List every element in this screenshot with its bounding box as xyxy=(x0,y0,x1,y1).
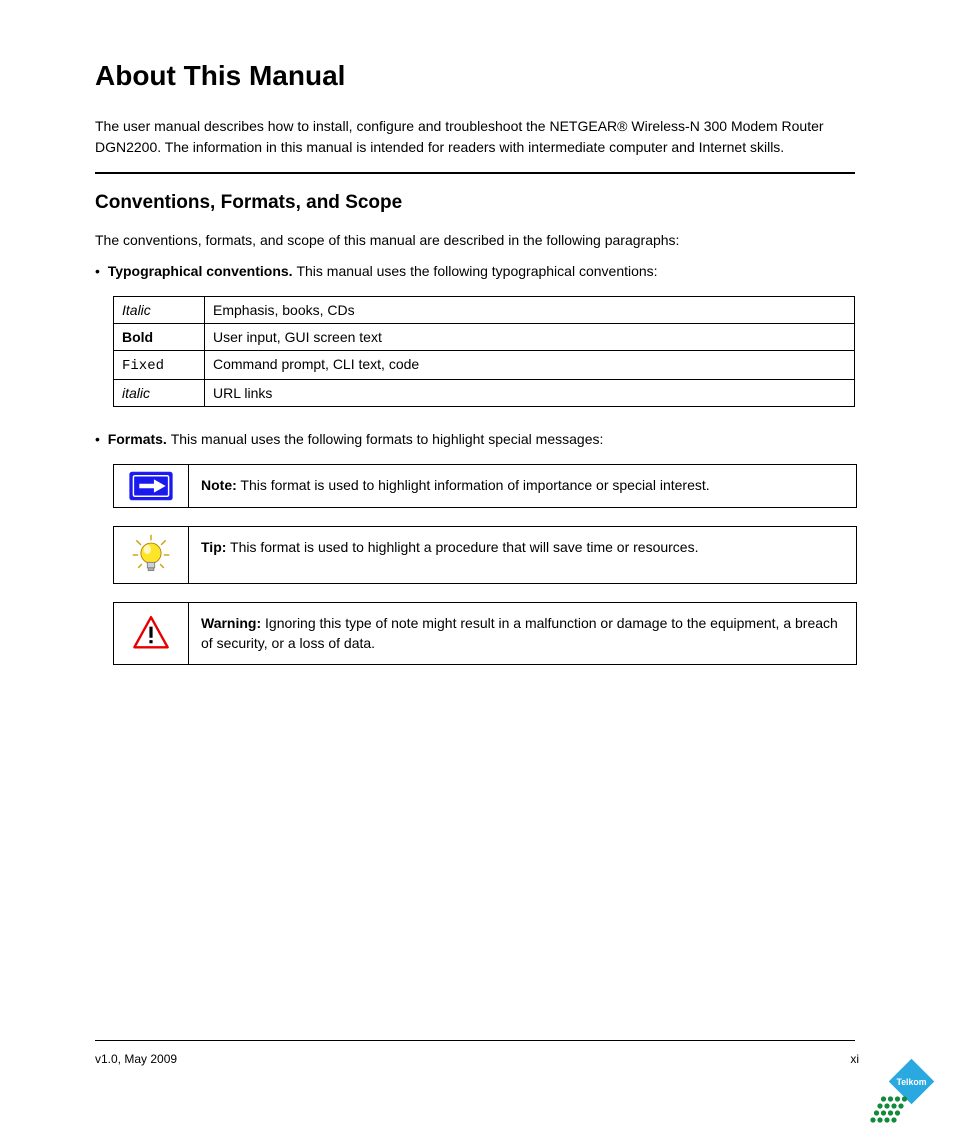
note-callout: Note: This format is used to highlight i… xyxy=(113,464,857,508)
tip-body: This format is used to highlight a proce… xyxy=(230,539,698,555)
tip-label: Tip: xyxy=(201,539,226,555)
intro-paragraph: The user manual describes how to install… xyxy=(95,116,855,158)
horizontal-rule xyxy=(95,172,855,174)
footer-rule xyxy=(95,1040,855,1041)
formats-bullet-label: Formats. xyxy=(108,431,171,447)
table-cell-style: Italic xyxy=(114,297,205,324)
intro-block: The user manual describes how to install… xyxy=(95,116,855,158)
warning-label: Warning: xyxy=(201,615,261,631)
footer-left: v1.0, May 2009 xyxy=(95,1052,177,1066)
table-row: italicURL links xyxy=(114,380,855,407)
warning-triangle-icon xyxy=(114,603,189,664)
table-cell-desc: User input, GUI screen text xyxy=(205,324,855,351)
svg-text:Telkom: Telkom xyxy=(897,1077,927,1087)
section-lead: The conventions, formats, and scope of t… xyxy=(95,230,855,251)
tip-callout: Tip: This format is used to highlight a … xyxy=(113,526,857,584)
typo-bullet: • Typographical conventions. This manual… xyxy=(95,261,855,282)
typo-bullet-desc: This manual uses the following typograph… xyxy=(296,263,657,279)
footer-right: xi xyxy=(850,1052,859,1066)
lightbulb-icon xyxy=(114,527,189,583)
formats-bullet-desc: This manual uses the following formats t… xyxy=(171,431,604,447)
table-cell-desc: Emphasis, books, CDs xyxy=(205,297,855,324)
note-label: Note: xyxy=(201,477,237,493)
table-cell-style: Fixed xyxy=(114,351,205,380)
table-row: FixedCommand prompt, CLI text, code xyxy=(114,351,855,380)
warning-body: Ignoring this type of note might result … xyxy=(201,615,838,651)
typo-bullet-label: Typographical conventions. xyxy=(108,263,297,279)
typographical-conventions-table: ItalicEmphasis, books, CDsBoldUser input… xyxy=(113,296,855,407)
warning-text: Warning: Ignoring this type of note migh… xyxy=(189,603,856,664)
table-cell-style: Bold xyxy=(114,324,205,351)
page-title: About This Manual xyxy=(95,60,855,92)
table-cell-style: italic xyxy=(114,380,205,407)
note-text: Note: This format is used to highlight i… xyxy=(189,465,856,507)
warning-callout: Warning: Ignoring this type of note migh… xyxy=(113,602,857,665)
note-body: This format is used to highlight informa… xyxy=(240,477,709,493)
table-row: BoldUser input, GUI screen text xyxy=(114,324,855,351)
tip-text: Tip: This format is used to highlight a … xyxy=(189,527,856,583)
section-heading-conventions: Conventions, Formats, and Scope xyxy=(95,192,855,214)
telkom-logo: Telkom xyxy=(866,1057,936,1127)
note-arrow-icon xyxy=(114,465,189,507)
table-cell-desc: Command prompt, CLI text, code xyxy=(205,351,855,380)
table-cell-desc: URL links xyxy=(205,380,855,407)
formats-bullet: • Formats. This manual uses the followin… xyxy=(95,429,855,450)
table-row: ItalicEmphasis, books, CDs xyxy=(114,297,855,324)
